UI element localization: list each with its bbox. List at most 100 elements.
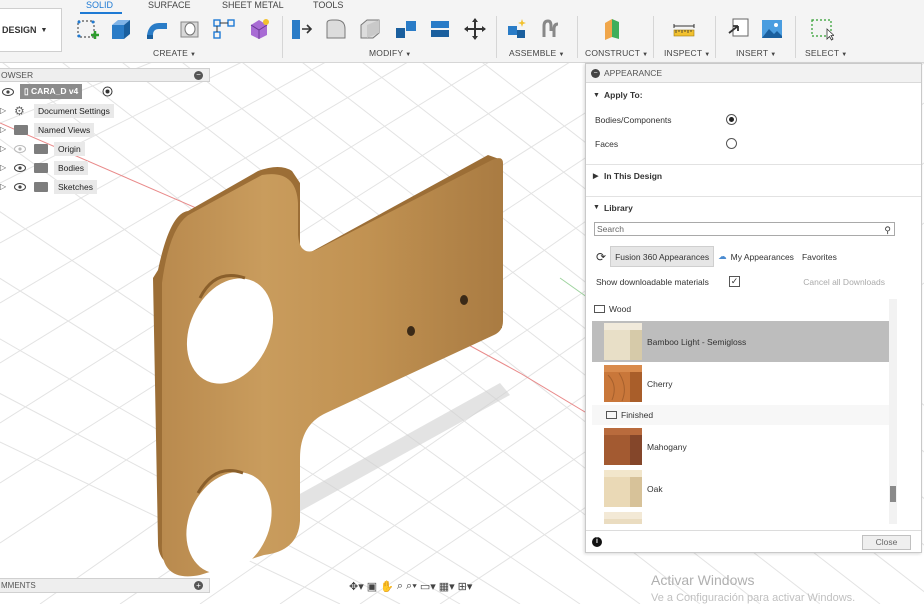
dialog-title-bar[interactable]: − APPEARANCE: [586, 64, 921, 83]
modify-menu[interactable]: MODIFY ▼: [369, 48, 411, 58]
activate-radio-icon[interactable]: [102, 86, 113, 97]
tab-surface[interactable]: SURFACE: [148, 0, 191, 10]
triangle-down-icon: ▼: [593, 204, 600, 211]
pan-icon[interactable]: ✋: [380, 580, 394, 593]
activation-watermark-text: Ve a Configuración para activar Windows.: [651, 592, 856, 604]
eye-icon[interactable]: [14, 164, 26, 172]
offset-plane-icon[interactable]: [600, 17, 624, 41]
insert-canvas-icon[interactable]: [760, 17, 784, 41]
eye-icon[interactable]: [14, 183, 26, 191]
separator: [795, 16, 796, 58]
library-section[interactable]: ▼ Library: [586, 196, 921, 218]
category-wood[interactable]: Wood: [592, 299, 890, 319]
section-title: Library: [604, 202, 633, 213]
info-icon[interactable]: i: [592, 537, 602, 547]
tab-my-appearances[interactable]: ☁ My Appearances: [714, 246, 798, 267]
category-finished[interactable]: Finished: [592, 405, 890, 425]
faces-radio[interactable]: [726, 138, 737, 149]
material-mahogany[interactable]: Mahogany: [592, 426, 890, 467]
scroll-thumb[interactable]: [890, 486, 896, 502]
viewports-icon[interactable]: ⊞▾: [458, 580, 473, 593]
tab-sheet-metal[interactable]: SHEET METAL: [222, 0, 284, 10]
expand-arrow-icon[interactable]: ▷: [0, 182, 6, 191]
material-bamboo[interactable]: Bamboo Light - Semigloss: [592, 321, 890, 362]
extrude-icon[interactable]: [108, 17, 132, 41]
select-menu[interactable]: SELECT ▼: [805, 48, 847, 58]
swatch-icon: [604, 512, 642, 524]
look-at-icon[interactable]: ▣: [367, 580, 377, 593]
assemble-menu[interactable]: ASSEMBLE ▼: [509, 48, 565, 58]
inspect-menu[interactable]: INSPECT ▼: [664, 48, 710, 58]
insert-derive-icon[interactable]: [727, 17, 751, 41]
expand-arrow-icon[interactable]: ▷: [0, 163, 6, 172]
workspace-label: DESIGN: [2, 25, 37, 35]
joint-icon[interactable]: [539, 17, 563, 41]
search-input[interactable]: Search ⚲: [594, 222, 895, 236]
browser-item-origin[interactable]: ▷ Origin: [0, 139, 210, 158]
shell-icon[interactable]: [394, 17, 418, 41]
revolve-icon[interactable]: [145, 17, 169, 41]
zoom-icon[interactable]: ⌕: [397, 580, 403, 593]
hole-icon[interactable]: [178, 17, 202, 41]
browser-item-bodies[interactable]: ▷ Bodies: [0, 158, 210, 177]
display-settings-icon[interactable]: ▭▾: [420, 580, 436, 593]
expand-arrow-icon[interactable]: ▷: [0, 106, 6, 115]
form-icon[interactable]: [247, 17, 271, 41]
root-component-label[interactable]: ▯ CARA_D v4: [20, 84, 83, 99]
tab-fusion-appearances[interactable]: Fusion 360 Appearances: [610, 246, 715, 267]
tree-label: Named Views: [34, 122, 95, 137]
browser-header[interactable]: OWSER −: [0, 68, 210, 82]
add-comment-icon[interactable]: +: [194, 581, 203, 590]
show-downloadable-checkbox[interactable]: ✓: [729, 276, 740, 287]
in-this-design-section[interactable]: ▶ In This Design: [586, 164, 921, 186]
bodies-radio[interactable]: [726, 114, 737, 125]
grid-settings-icon[interactable]: ▦▾: [439, 580, 455, 593]
fit-icon[interactable]: ⌕▾: [406, 580, 417, 593]
comments-panel[interactable]: MMENTS +: [0, 578, 210, 593]
eye-hidden-icon[interactable]: [14, 145, 26, 153]
press-pull-icon[interactable]: [289, 17, 313, 41]
eye-icon[interactable]: [2, 88, 14, 96]
orbit-icon[interactable]: ✥▾: [349, 580, 364, 593]
tab-favorites[interactable]: Favorites: [798, 246, 841, 267]
tab-tools[interactable]: TOOLS: [313, 0, 343, 10]
cancel-downloads-link[interactable]: Cancel all Downloads: [803, 277, 885, 287]
measure-icon[interactable]: [672, 17, 696, 41]
collapse-icon[interactable]: −: [194, 71, 203, 80]
cloud-icon: ☁: [718, 251, 727, 261]
material-next[interactable]: [592, 510, 890, 524]
combine-icon[interactable]: [428, 17, 452, 41]
refresh-icon[interactable]: ⟳: [592, 246, 610, 267]
fillet-icon[interactable]: [324, 17, 348, 41]
navigation-bar: ✥▾ ▣ ✋ ⌕ ⌕▾ ▭▾ ▦▾ ⊞▾: [349, 578, 539, 595]
construct-menu[interactable]: CONSTRUCT ▼: [585, 48, 648, 58]
apply-to-section[interactable]: ▼ Apply To:: [586, 84, 921, 106]
insert-menu[interactable]: INSERT ▼: [736, 48, 776, 58]
chamfer-icon[interactable]: [358, 17, 382, 41]
close-button[interactable]: Close: [862, 535, 911, 550]
show-downloadable-label: Show downloadable materials: [596, 277, 709, 287]
collapse-icon[interactable]: −: [591, 69, 600, 78]
new-component-icon[interactable]: [505, 17, 529, 41]
browser-item-document-settings[interactable]: ▷ ⚙ Document Settings: [0, 101, 210, 120]
workspace-switcher[interactable]: DESIGN ▼: [0, 8, 62, 52]
activation-watermark-title: Activar Windows: [651, 572, 755, 588]
search-icon[interactable]: ⚲: [884, 224, 891, 236]
create-sketch-icon[interactable]: [76, 17, 100, 41]
folder-icon: [606, 411, 617, 419]
expand-arrow-icon[interactable]: ▷: [0, 144, 6, 153]
move-icon[interactable]: [463, 17, 487, 41]
browser-root-row[interactable]: ▯ CARA_D v4: [0, 82, 210, 101]
pattern-icon[interactable]: [212, 17, 236, 41]
browser-item-named-views[interactable]: ▷ Named Views: [0, 120, 210, 139]
dialog-title: APPEARANCE: [604, 68, 663, 78]
material-oak[interactable]: Oak: [592, 468, 890, 509]
tab-solid[interactable]: SOLID: [86, 0, 113, 10]
create-menu[interactable]: CREATE ▼: [153, 48, 196, 58]
material-list-scrollbar[interactable]: [889, 299, 897, 524]
expand-arrow-icon[interactable]: ▷: [0, 125, 6, 134]
bamboo-swatch-icon: [604, 323, 642, 360]
select-icon[interactable]: [810, 17, 834, 41]
browser-item-sketches[interactable]: ▷ Sketches: [0, 177, 210, 196]
material-cherry[interactable]: Cherry: [592, 363, 890, 404]
